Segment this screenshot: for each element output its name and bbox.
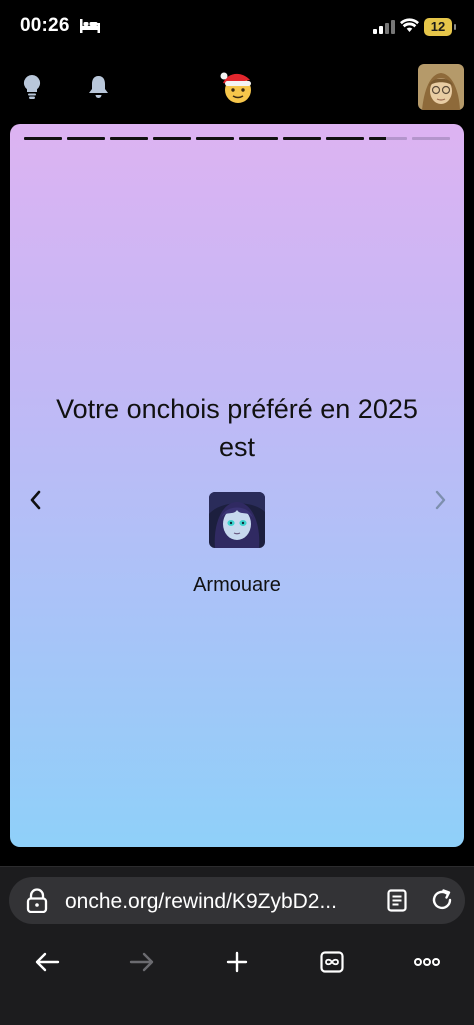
progress-segment <box>325 137 364 140</box>
reader-mode-icon[interactable] <box>387 889 407 912</box>
next-arrow-icon[interactable] <box>430 486 452 514</box>
sleep-focus-icon <box>80 19 100 33</box>
progress-segment <box>239 137 278 140</box>
story-title: Votre onchois préféré en 2025 est <box>56 394 418 462</box>
favorite-user-avatar[interactable] <box>209 492 265 548</box>
status-bar: 00:26 12 <box>0 0 474 54</box>
url-text[interactable]: onche.org/rewind/K9ZybD2... <box>65 890 337 914</box>
lock-icon <box>26 888 48 913</box>
forward-arrow-icon[interactable] <box>122 947 162 977</box>
progress-segment <box>411 137 450 140</box>
bell-icon[interactable] <box>88 75 109 99</box>
cellular-signal-icon <box>373 20 395 34</box>
progress-segment <box>110 137 149 140</box>
progress-segment <box>282 137 321 140</box>
story-progress-bar <box>24 137 450 140</box>
previous-arrow-icon[interactable] <box>24 486 46 514</box>
rewind-story-card[interactable]: Votre onchois préféré en 2025 est Armoua… <box>10 124 464 847</box>
new-tab-plus-icon[interactable] <box>217 947 257 977</box>
status-time: 00:26 <box>20 15 70 36</box>
battery-level: 12 <box>430 19 446 34</box>
site-header <box>0 54 474 124</box>
wifi-icon <box>400 18 419 32</box>
favorite-user-name[interactable]: Armouare <box>87 574 387 597</box>
progress-segment <box>67 137 106 140</box>
more-options-icon[interactable] <box>407 947 447 977</box>
progress-segment <box>196 137 235 140</box>
reload-icon[interactable] <box>430 888 454 912</box>
battery-indicator: 12 <box>424 18 456 36</box>
lightbulb-icon[interactable] <box>23 74 41 100</box>
progress-segment <box>153 137 192 140</box>
santa-logo-icon[interactable] <box>219 70 255 104</box>
progress-segment <box>368 137 407 140</box>
browser-toolbar: onche.org/rewind/K9ZybD2... <box>0 866 474 1025</box>
progress-segment <box>24 137 63 140</box>
back-arrow-icon[interactable] <box>27 947 67 977</box>
user-avatar[interactable] <box>418 64 464 110</box>
tabs-icon[interactable] <box>312 947 352 977</box>
address-bar[interactable]: onche.org/rewind/K9ZybD2... <box>9 877 465 924</box>
